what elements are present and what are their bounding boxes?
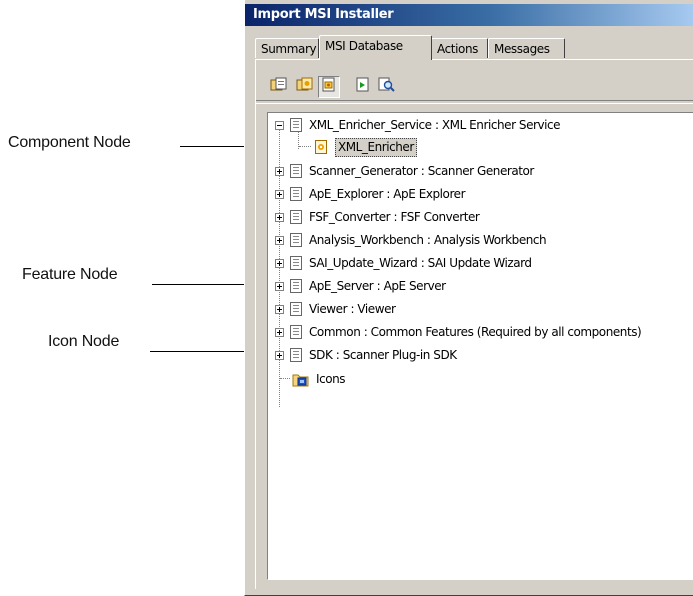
tree-node-label: Analysis_Workbench : Analysis Workbench (309, 233, 547, 247)
tree-node-label: ApE_Explorer : ApE Explorer (309, 187, 466, 201)
expand-icon[interactable] (275, 327, 284, 337)
tree-feature-node[interactable]: Viewer : Viewer (275, 299, 396, 319)
expand-icon[interactable] (275, 350, 284, 360)
tree-node-label: Icons (316, 372, 346, 386)
expand-icon[interactable] (275, 189, 284, 199)
tab-messages[interactable]: Messages (488, 38, 565, 58)
feature-node-icon (290, 163, 303, 179)
tree-icons-node[interactable]: Icons (280, 369, 346, 389)
tree-feature-node[interactable]: FSF_Converter : FSF Converter (275, 207, 480, 227)
window-title: Import MSI Installer (245, 4, 693, 26)
feature-view-icon (270, 77, 288, 98)
tree-feature-node-root[interactable]: XML_Enricher_Service : XML Enricher Serv… (275, 115, 561, 135)
tree-node-label: Viewer : Viewer (309, 302, 396, 316)
find-icon (378, 77, 396, 98)
tree-component-node[interactable]: XML_Enricher (299, 137, 417, 157)
callout-component-node: Component Node (8, 134, 131, 151)
tree-feature-node[interactable]: Scanner_Generator : Scanner Generator (275, 161, 534, 181)
component-view-icon (296, 77, 314, 98)
feature-node-icon (290, 186, 303, 202)
tree-node-label: Scanner_Generator : Scanner Generator (309, 164, 534, 178)
tree-feature-node[interactable]: Analysis_Workbench : Analysis Workbench (275, 230, 547, 250)
feature-node-icon (290, 255, 303, 271)
toolbar (268, 74, 693, 100)
tree-node-label: Common : Common Features (Required by al… (309, 325, 642, 339)
feature-node-icon (290, 117, 303, 133)
feature-node-icon (290, 301, 303, 317)
expand-icon[interactable] (275, 212, 284, 222)
feature-node-icon (290, 232, 303, 248)
tab-summary[interactable]: Summary (255, 38, 319, 58)
feature-node-icon (290, 324, 303, 340)
callout-icon-node: Icon Node (48, 333, 120, 350)
tree-feature-node[interactable]: SDK : Scanner Plug-in SDK (275, 345, 457, 365)
tree-node-label: ApE_Server : ApE Server (309, 279, 446, 293)
tree-connector (280, 378, 290, 380)
feature-component-view-button[interactable] (318, 76, 340, 98)
tree-node-label: XML_Enricher_Service : XML Enricher Serv… (309, 118, 561, 132)
feature-node-icon (290, 278, 303, 294)
collapse-icon[interactable] (275, 120, 284, 130)
tree-connector (299, 146, 311, 148)
expand-icon[interactable] (275, 166, 284, 176)
icons-folder-icon (292, 372, 310, 387)
feature-node-icon (290, 209, 303, 225)
find-button[interactable] (376, 76, 398, 98)
tab-msi-database[interactable]: MSI Database (319, 35, 432, 60)
export-button[interactable] (352, 76, 374, 98)
component-node-icon (315, 139, 329, 155)
expand-icon[interactable] (275, 235, 284, 245)
expand-icon[interactable] (275, 281, 284, 291)
msi-database-panel: XML_Enricher_Service : XML Enricher Serv… (255, 59, 693, 589)
tree-feature-node[interactable]: ApE_Explorer : ApE Explorer (275, 184, 466, 204)
callout-feature-node: Feature Node (22, 266, 118, 283)
tab-actions[interactable]: Actions (431, 38, 488, 58)
feature-view-button[interactable] (268, 76, 290, 98)
expand-icon[interactable] (275, 304, 284, 314)
export-icon (355, 77, 371, 98)
feature-node-icon (290, 347, 303, 363)
tree-node-label: XML_Enricher (335, 137, 417, 157)
expand-icon[interactable] (275, 258, 284, 268)
tree-node-label: SDK : Scanner Plug-in SDK (309, 348, 457, 362)
component-view-button[interactable] (294, 76, 316, 98)
toolbar-separator (256, 100, 693, 104)
tree-feature-node[interactable]: Common : Common Features (Required by al… (275, 322, 642, 342)
msi-tree-view[interactable]: XML_Enricher_Service : XML Enricher Serv… (267, 112, 693, 580)
import-msi-window: Import MSI Installer Summary MSI Databas… (244, 0, 693, 596)
feature-component-view-icon (321, 77, 337, 98)
tree-feature-node[interactable]: SAI_Update_Wizard : SAI Update Wizard (275, 253, 532, 273)
tree-node-label: FSF_Converter : FSF Converter (309, 210, 480, 224)
tree-node-label: SAI_Update_Wizard : SAI Update Wizard (309, 256, 532, 270)
tree-feature-node[interactable]: ApE_Server : ApE Server (275, 276, 446, 296)
